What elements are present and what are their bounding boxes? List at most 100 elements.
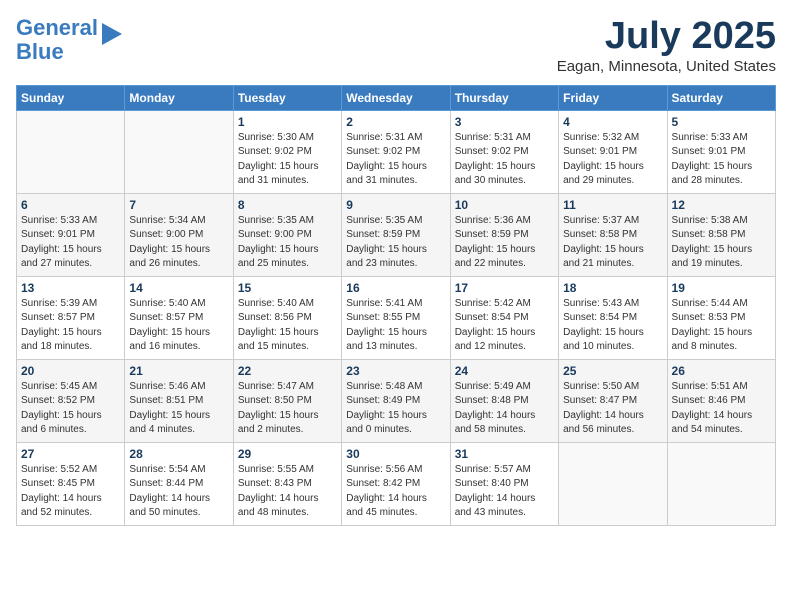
day-detail: Sunrise: 5:38 AMSunset: 8:58 PMDaylight:…: [672, 214, 771, 272]
calendar-cell: 10Sunrise: 5:36 AMSunset: 8:59 PMDayligh…: [450, 193, 558, 276]
day-detail: Sunrise: 5:32 AMSunset: 9:01 PMDaylight:…: [563, 131, 662, 189]
day-number: 18: [563, 281, 662, 295]
day-number: 4: [563, 115, 662, 129]
calendar-header: SundayMondayTuesdayWednesdayThursdayFrid…: [17, 85, 776, 110]
day-detail: Sunrise: 5:52 AMSunset: 8:45 PMDaylight:…: [21, 463, 120, 521]
day-detail: Sunrise: 5:48 AMSunset: 8:49 PMDaylight:…: [346, 380, 445, 438]
day-detail: Sunrise: 5:46 AMSunset: 8:51 PMDaylight:…: [129, 380, 228, 438]
calendar-cell: 31 Sunrise: 5:57 AMSunset: 8:40 PMDayligh…: [450, 442, 558, 525]
day-number: 16: [346, 281, 445, 295]
day-detail: Sunrise: 5:39 AMSunset: 8:57 PMDaylight:…: [21, 297, 120, 355]
calendar-cell: [125, 110, 233, 193]
day-detail: Sunrise: 5:31 AMSunset: 9:02 PMDaylight:…: [346, 131, 445, 189]
calendar-cell: 17 Sunrise: 5:42 AMSunset: 8:54 PMDayligh…: [450, 276, 558, 359]
calendar-table: SundayMondayTuesdayWednesdayThursdayFrid…: [16, 85, 776, 526]
day-number: 26: [672, 364, 771, 378]
day-detail: Sunrise: 5:31 AMSunset: 9:02 PMDaylight:…: [455, 131, 554, 189]
day-number: 12: [672, 198, 771, 212]
day-detail: Sunrise: 5:54 AMSunset: 8:44 PMDaylight:…: [129, 463, 228, 521]
day-detail: Sunrise: 5:44 AMSunset: 8:53 PMDaylight:…: [672, 297, 771, 355]
calendar-cell: 5Sunrise: 5:33 AMSunset: 9:01 PMDaylight…: [667, 110, 775, 193]
day-detail: Sunrise: 5:50 AMSunset: 8:47 PMDaylight:…: [563, 380, 662, 438]
calendar-cell: 20 Sunrise: 5:45 AMSunset: 8:52 PMDayligh…: [17, 359, 125, 442]
day-number: 1: [238, 115, 337, 129]
weekday-header: Wednesday: [342, 85, 450, 110]
weekday-header: Monday: [125, 85, 233, 110]
day-detail: Sunrise: 5:49 AMSunset: 8:48 PMDaylight:…: [455, 380, 554, 438]
day-number: 3: [455, 115, 554, 129]
day-detail: Sunrise: 5:51 AMSunset: 8:46 PMDaylight:…: [672, 380, 771, 438]
calendar-cell: 6Sunrise: 5:33 AMSunset: 9:01 PMDaylight…: [17, 193, 125, 276]
day-number: 5: [672, 115, 771, 129]
day-number: 23: [346, 364, 445, 378]
calendar-cell: 19 Sunrise: 5:44 AMSunset: 8:53 PMDayligh…: [667, 276, 775, 359]
calendar-cell: 2 Sunrise: 5:31 AMSunset: 9:02 PMDaylight…: [342, 110, 450, 193]
calendar-week-row: 13 Sunrise: 5:39 AMSunset: 8:57 PMDayligh…: [17, 276, 776, 359]
calendar-cell: 14 Sunrise: 5:40 AMSunset: 8:57 PMDayligh…: [125, 276, 233, 359]
day-detail: Sunrise: 5:57 AMSunset: 8:40 PMDaylight:…: [455, 463, 554, 521]
calendar-cell: 22 Sunrise: 5:47 AMSunset: 8:50 PMDayligh…: [233, 359, 341, 442]
calendar-cell: 12 Sunrise: 5:38 AMSunset: 8:58 PMDayligh…: [667, 193, 775, 276]
day-detail: Sunrise: 5:47 AMSunset: 8:50 PMDaylight:…: [238, 380, 337, 438]
day-detail: Sunrise: 5:42 AMSunset: 8:54 PMDaylight:…: [455, 297, 554, 355]
day-number: 8: [238, 198, 337, 212]
calendar-week-row: 6Sunrise: 5:33 AMSunset: 9:01 PMDaylight…: [17, 193, 776, 276]
day-number: 19: [672, 281, 771, 295]
day-number: 30: [346, 447, 445, 461]
calendar-cell: 25Sunrise: 5:50 AMSunset: 8:47 PMDayligh…: [559, 359, 667, 442]
day-number: 14: [129, 281, 228, 295]
calendar-week-row: 27Sunrise: 5:52 AMSunset: 8:45 PMDayligh…: [17, 442, 776, 525]
calendar-cell: 27Sunrise: 5:52 AMSunset: 8:45 PMDayligh…: [17, 442, 125, 525]
day-number: 7: [129, 198, 228, 212]
weekday-row: SundayMondayTuesdayWednesdayThursdayFrid…: [17, 85, 776, 110]
weekday-header: Tuesday: [233, 85, 341, 110]
logo: GeneralBlue: [16, 16, 122, 64]
calendar-cell: 16 Sunrise: 5:41 AMSunset: 8:55 PMDayligh…: [342, 276, 450, 359]
day-number: 9: [346, 198, 445, 212]
calendar-cell: 8 Sunrise: 5:35 AMSunset: 9:00 PMDaylight…: [233, 193, 341, 276]
day-detail: Sunrise: 5:34 AMSunset: 9:00 PMDaylight:…: [129, 214, 228, 272]
day-number: 2: [346, 115, 445, 129]
day-number: 29: [238, 447, 337, 461]
day-number: 15: [238, 281, 337, 295]
title-block: July 2025 Eagan, Minnesota, United State…: [557, 16, 776, 75]
day-number: 13: [21, 281, 120, 295]
calendar-cell: [17, 110, 125, 193]
location: Eagan, Minnesota, United States: [557, 58, 776, 75]
calendar-cell: 26 Sunrise: 5:51 AMSunset: 8:46 PMDayligh…: [667, 359, 775, 442]
day-number: 21: [129, 364, 228, 378]
day-number: 31: [455, 447, 554, 461]
day-number: 24: [455, 364, 554, 378]
day-number: 20: [21, 364, 120, 378]
day-detail: Sunrise: 5:43 AMSunset: 8:54 PMDaylight:…: [563, 297, 662, 355]
calendar-cell: 21 Sunrise: 5:46 AMSunset: 8:51 PMDayligh…: [125, 359, 233, 442]
calendar-cell: 13 Sunrise: 5:39 AMSunset: 8:57 PMDayligh…: [17, 276, 125, 359]
day-detail: Sunrise: 5:30 AMSunset: 9:02 PMDaylight:…: [238, 131, 337, 189]
calendar-cell: [667, 442, 775, 525]
calendar-cell: 29Sunrise: 5:55 AMSunset: 8:43 PMDayligh…: [233, 442, 341, 525]
calendar-cell: 11Sunrise: 5:37 AMSunset: 8:58 PMDayligh…: [559, 193, 667, 276]
weekday-header: Thursday: [450, 85, 558, 110]
calendar-cell: 30 Sunrise: 5:56 AMSunset: 8:42 PMDayligh…: [342, 442, 450, 525]
day-detail: Sunrise: 5:41 AMSunset: 8:55 PMDaylight:…: [346, 297, 445, 355]
day-detail: Sunrise: 5:36 AMSunset: 8:59 PMDaylight:…: [455, 214, 554, 272]
day-number: 22: [238, 364, 337, 378]
calendar-week-row: 1 Sunrise: 5:30 AMSunset: 9:02 PMDaylight…: [17, 110, 776, 193]
day-detail: Sunrise: 5:56 AMSunset: 8:42 PMDaylight:…: [346, 463, 445, 521]
month-title: July 2025: [557, 16, 776, 58]
day-detail: Sunrise: 5:33 AMSunset: 9:01 PMDaylight:…: [21, 214, 120, 272]
calendar-cell: 7 Sunrise: 5:34 AMSunset: 9:00 PMDaylight…: [125, 193, 233, 276]
logo-text: GeneralBlue: [16, 16, 98, 64]
weekday-header: Friday: [559, 85, 667, 110]
day-detail: Sunrise: 5:40 AMSunset: 8:57 PMDaylight:…: [129, 297, 228, 355]
day-detail: Sunrise: 5:37 AMSunset: 8:58 PMDaylight:…: [563, 214, 662, 272]
calendar-cell: 15 Sunrise: 5:40 AMSunset: 8:56 PMDayligh…: [233, 276, 341, 359]
calendar-cell: 1 Sunrise: 5:30 AMSunset: 9:02 PMDaylight…: [233, 110, 341, 193]
day-detail: Sunrise: 5:40 AMSunset: 8:56 PMDaylight:…: [238, 297, 337, 355]
day-number: 17: [455, 281, 554, 295]
day-number: 28: [129, 447, 228, 461]
logo-arrow-icon: [102, 23, 122, 45]
page-header: GeneralBlue July 2025 Eagan, Minnesota, …: [16, 16, 776, 75]
day-detail: Sunrise: 5:35 AMSunset: 9:00 PMDaylight:…: [238, 214, 337, 272]
day-detail: Sunrise: 5:45 AMSunset: 8:52 PMDaylight:…: [21, 380, 120, 438]
